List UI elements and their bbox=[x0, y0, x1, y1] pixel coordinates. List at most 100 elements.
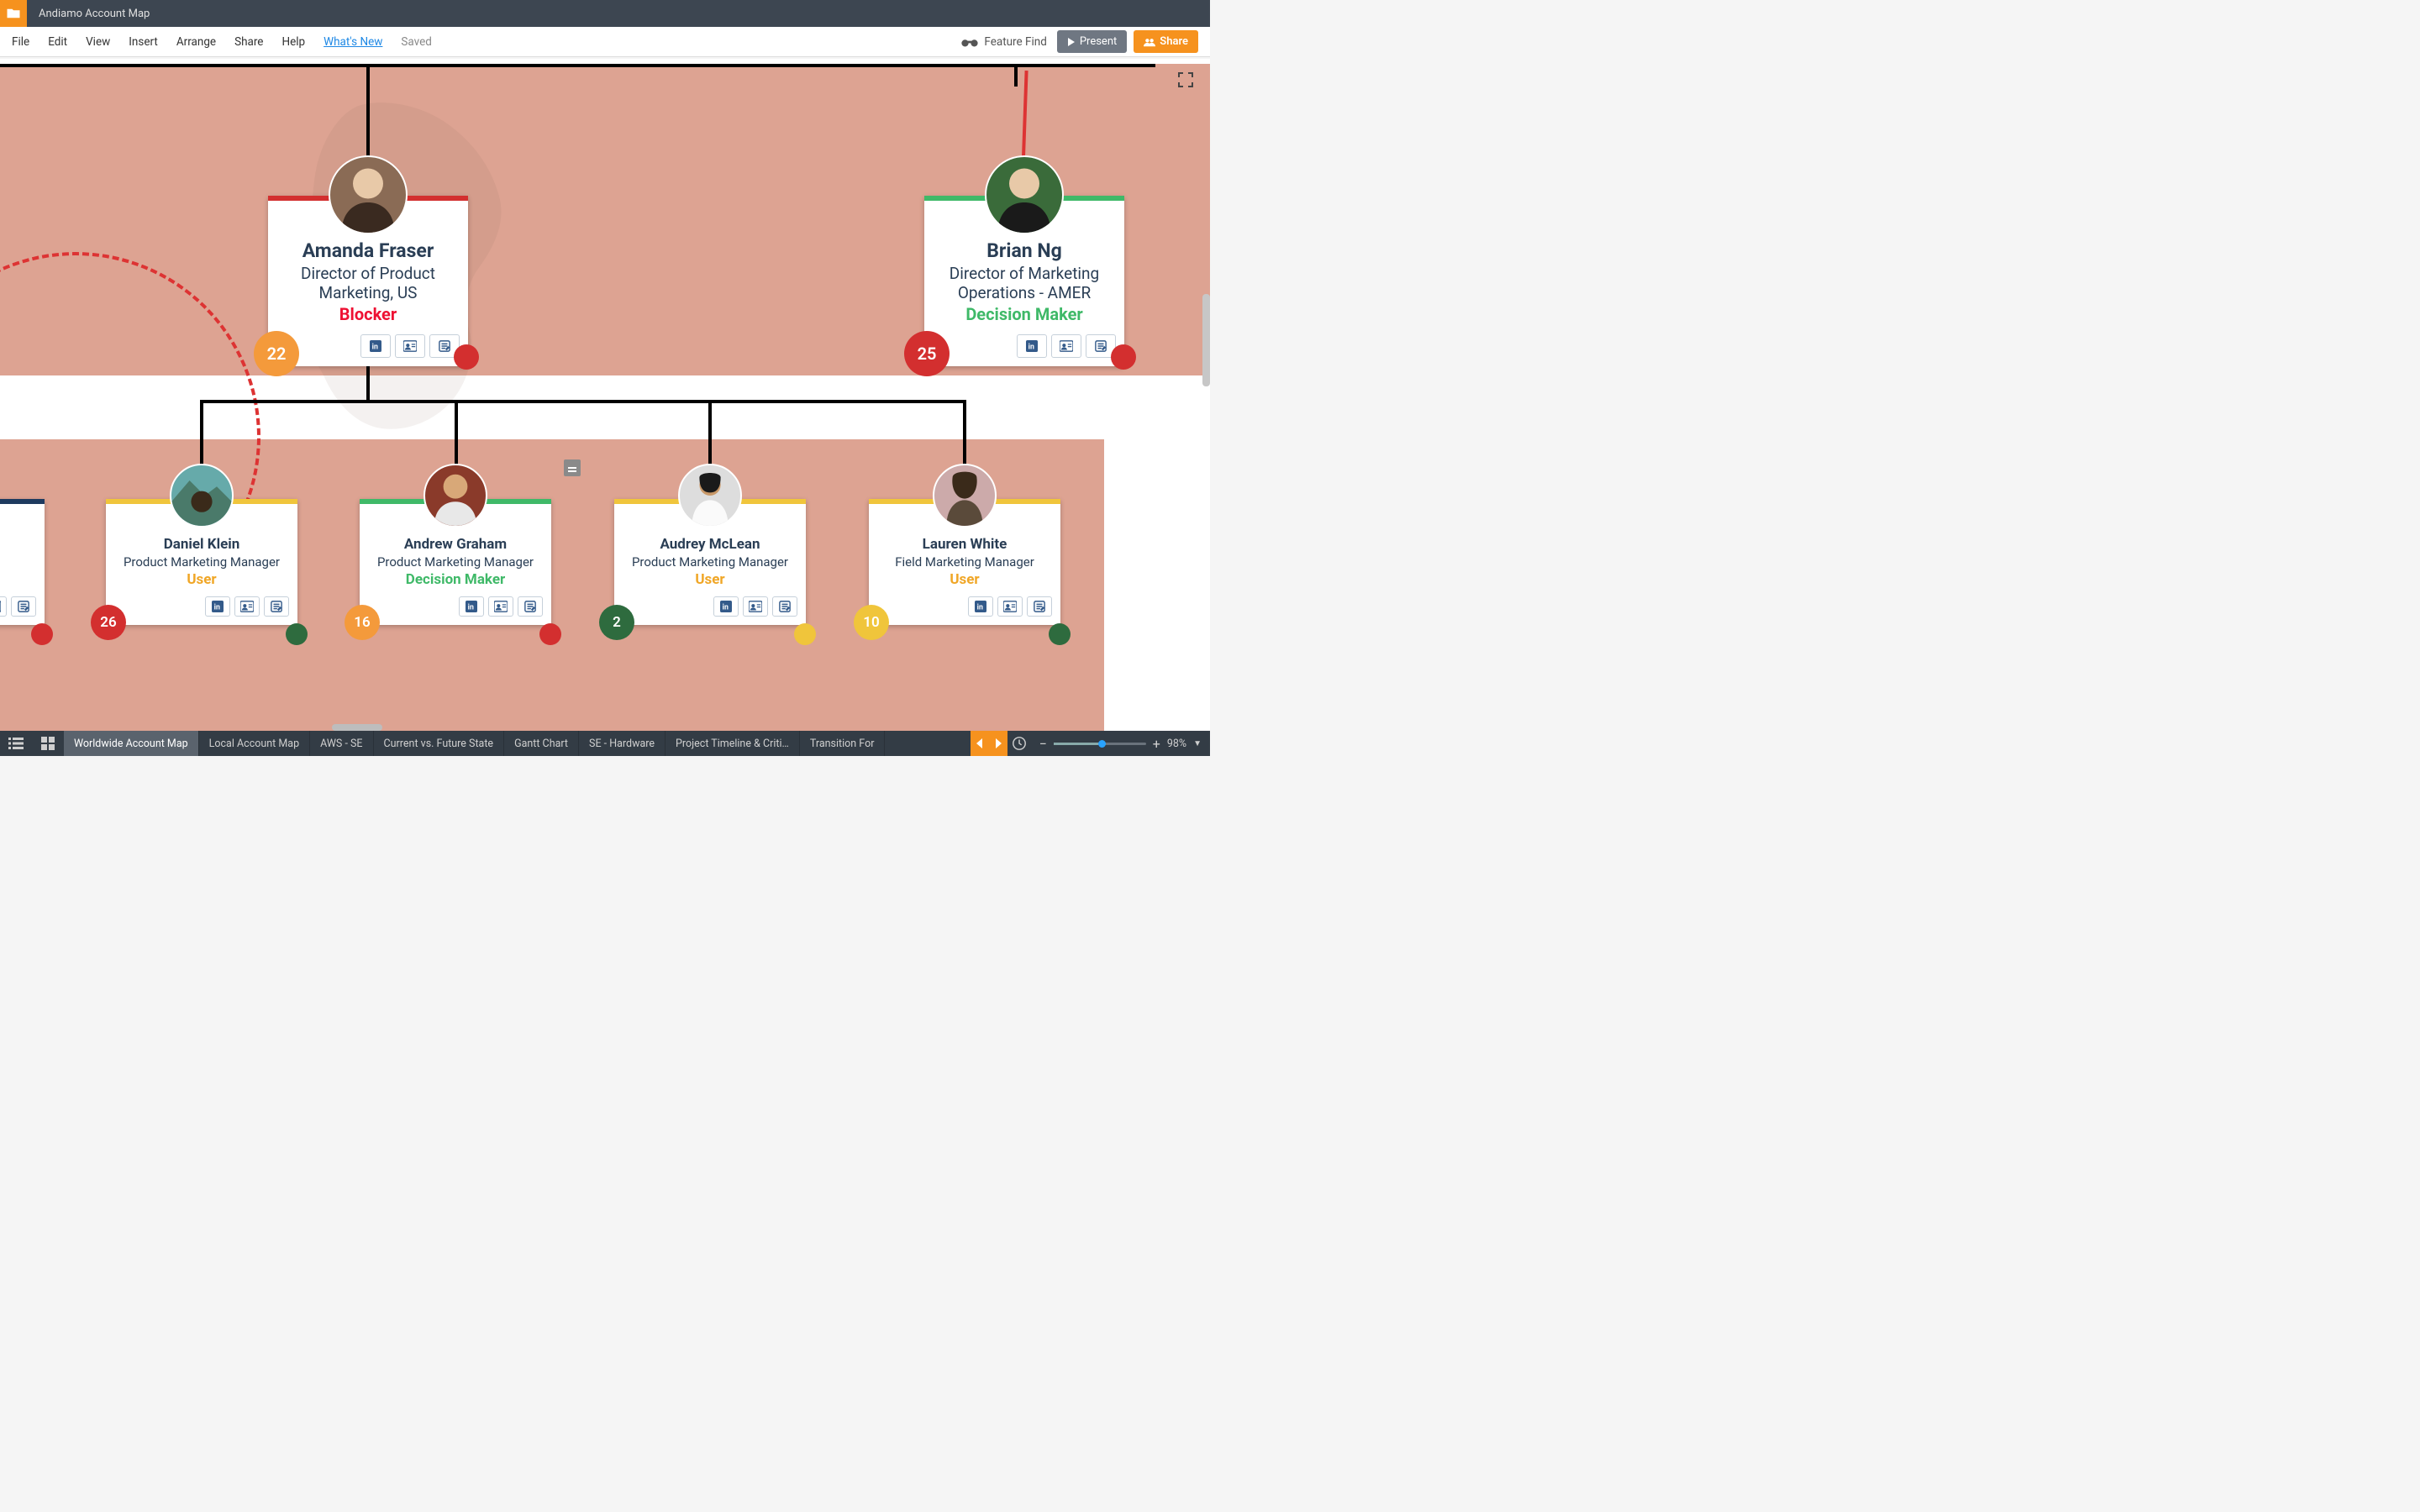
svg-text:in: in bbox=[977, 604, 983, 612]
notes-icon[interactable] bbox=[518, 596, 543, 617]
card-title: Product Marketing Manager bbox=[371, 554, 539, 570]
badge-count: 10 bbox=[854, 605, 889, 640]
linkedin-icon[interactable]: in bbox=[1017, 334, 1047, 358]
card-name: Lauren White bbox=[881, 536, 1049, 553]
status-dot bbox=[1049, 623, 1071, 645]
tab-se-hardware[interactable]: SE - Hardware bbox=[579, 731, 666, 756]
card-role: Decision Maker bbox=[371, 571, 539, 588]
bottom-bar: Worldwide Account Map Local Account Map … bbox=[0, 731, 1210, 756]
menu-help[interactable]: Help bbox=[281, 35, 305, 49]
linkedin-icon[interactable]: in bbox=[713, 596, 739, 617]
avatar bbox=[424, 464, 487, 528]
card-name: Andrew Graham bbox=[371, 536, 539, 553]
tab-timeline[interactable]: Project Timeline & Criti… bbox=[666, 731, 800, 756]
card-title: Product Marketing Manager bbox=[626, 554, 794, 570]
avatar bbox=[678, 464, 742, 528]
contact-card-icon[interactable] bbox=[997, 596, 1023, 617]
app-logo[interactable] bbox=[0, 0, 27, 27]
badge-count: 26 bbox=[91, 605, 126, 640]
tab-worldwide[interactable]: Worldwide Account Map bbox=[64, 731, 199, 756]
canvas[interactable]: Amanda Fraser Director of Product Market… bbox=[0, 59, 1210, 731]
avatar bbox=[170, 464, 234, 528]
tab-transition[interactable]: Transition For bbox=[800, 731, 886, 756]
notes-icon[interactable] bbox=[264, 596, 289, 617]
badge-count: 2 bbox=[599, 605, 634, 640]
status-dot bbox=[794, 623, 816, 645]
contact-card-icon[interactable] bbox=[743, 596, 768, 617]
linkedin-icon[interactable]: in bbox=[459, 596, 484, 617]
zoom-in[interactable]: + bbox=[1153, 736, 1160, 752]
share-icon bbox=[1144, 37, 1155, 47]
card-brian[interactable]: Brian Ng Director of Marketing Operation… bbox=[924, 196, 1124, 366]
menu-arrange[interactable]: Arrange bbox=[176, 35, 216, 49]
history-icon[interactable] bbox=[1007, 736, 1031, 751]
menu-file[interactable]: File bbox=[12, 35, 29, 49]
save-status: Saved bbox=[401, 35, 432, 49]
doc-title: Andiamo Account Map bbox=[39, 8, 150, 20]
card-title: Product Marketing Manager bbox=[118, 554, 286, 570]
card-role: or bbox=[0, 571, 33, 588]
avatar bbox=[933, 464, 997, 528]
feature-find[interactable]: Feature Find bbox=[960, 35, 1046, 49]
svg-text:in: in bbox=[1028, 344, 1034, 352]
menu-share[interactable]: Share bbox=[234, 35, 263, 49]
tab-aws-se[interactable]: AWS - SE bbox=[310, 731, 373, 756]
card-role: Blocker bbox=[283, 304, 453, 324]
linkedin-icon[interactable]: in bbox=[968, 596, 993, 617]
connector bbox=[1014, 64, 1018, 87]
contact-card-icon[interactable] bbox=[234, 596, 260, 617]
linkedin-icon[interactable]: in bbox=[205, 596, 230, 617]
vertical-scrollbar[interactable] bbox=[1202, 294, 1210, 386]
menu-whats-new[interactable]: What's New bbox=[324, 35, 382, 49]
card-audrey[interactable]: Audrey McLean Product Marketing Manager … bbox=[614, 499, 806, 625]
tab-next[interactable] bbox=[989, 731, 1007, 756]
zoom-slider[interactable] bbox=[1054, 743, 1146, 745]
card-amanda[interactable]: Amanda Fraser Director of Product Market… bbox=[268, 196, 468, 366]
contact-card-icon[interactable] bbox=[1051, 334, 1081, 358]
badge-count: 22 bbox=[254, 331, 299, 376]
notes-icon[interactable] bbox=[11, 596, 36, 617]
note-icon[interactable] bbox=[564, 459, 581, 476]
card-partial[interactable]: ch nager or bbox=[0, 499, 45, 625]
avatar bbox=[985, 155, 1064, 234]
share-button[interactable]: Share bbox=[1134, 30, 1198, 53]
card-role: Decision Maker bbox=[939, 304, 1109, 324]
card-lauren[interactable]: Lauren White Field Marketing Manager Use… bbox=[869, 499, 1060, 625]
card-role: User bbox=[626, 571, 794, 588]
svg-text:in: in bbox=[723, 604, 729, 612]
tab-prev[interactable] bbox=[971, 731, 989, 756]
notes-icon[interactable] bbox=[1027, 596, 1052, 617]
linkedin-icon[interactable]: in bbox=[360, 334, 391, 358]
card-role: User bbox=[118, 571, 286, 588]
status-dot bbox=[539, 623, 561, 645]
card-title: Director of Marketing Operations - AMER bbox=[939, 264, 1109, 302]
card-andrew[interactable]: Andrew Graham Product Marketing Manager … bbox=[360, 499, 551, 625]
zoom-dropdown[interactable]: ▼ bbox=[1193, 739, 1202, 748]
menu-insert[interactable]: Insert bbox=[129, 35, 158, 49]
menu-bar: File Edit View Insert Arrange Share Help… bbox=[0, 27, 1210, 57]
tab-current-future[interactable]: Current vs. Future State bbox=[374, 731, 505, 756]
zoom-percent[interactable]: 98% bbox=[1167, 738, 1186, 750]
contact-card-icon[interactable] bbox=[395, 334, 425, 358]
tab-gantt[interactable]: Gantt Chart bbox=[504, 731, 579, 756]
card-daniel[interactable]: Daniel Klein Product Marketing Manager U… bbox=[106, 499, 297, 625]
status-dot bbox=[454, 344, 479, 370]
connector bbox=[200, 400, 966, 403]
card-title: Director of Product Marketing, US bbox=[283, 264, 453, 302]
horizontal-scrollbar[interactable] bbox=[332, 724, 382, 731]
contact-card-icon[interactable] bbox=[0, 596, 7, 617]
notes-icon[interactable] bbox=[772, 596, 797, 617]
status-dot bbox=[286, 623, 308, 645]
zoom-out[interactable]: − bbox=[1039, 736, 1047, 752]
outline-icon[interactable] bbox=[0, 731, 32, 756]
grid-icon[interactable] bbox=[32, 731, 64, 756]
status-dot bbox=[1111, 344, 1136, 370]
menu-edit[interactable]: Edit bbox=[48, 35, 67, 49]
menu-view[interactable]: View bbox=[86, 35, 110, 49]
play-icon bbox=[1067, 38, 1076, 46]
fullscreen-icon[interactable] bbox=[1178, 72, 1193, 87]
tab-local[interactable]: Local Account Map bbox=[199, 731, 310, 756]
card-name: Audrey McLean bbox=[626, 536, 794, 553]
contact-card-icon[interactable] bbox=[488, 596, 513, 617]
present-button[interactable]: Present bbox=[1057, 30, 1127, 53]
